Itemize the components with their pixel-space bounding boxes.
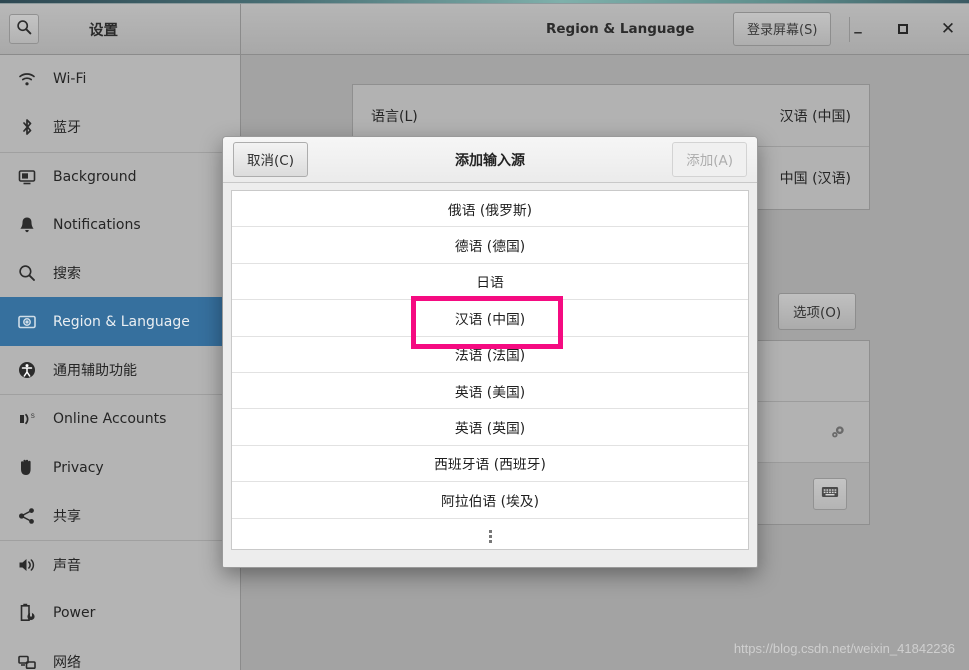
sidebar-item-label: 声音 — [53, 558, 81, 575]
list-item[interactable]: 德语 (德国) — [232, 227, 748, 264]
sidebar-item-sharing[interactable]: 共享 — [0, 492, 240, 540]
language-row-value: 汉语 (中国) — [779, 108, 851, 125]
list-item-selected[interactable]: 汉语 (中国) — [232, 300, 748, 337]
sidebar-item-notifications[interactable]: Notifications — [0, 201, 240, 249]
sidebar-item-region-and-language[interactable]: Region & Language — [0, 297, 240, 346]
list-item-more[interactable] — [232, 519, 748, 549]
sidebar: Wi-Fi 蓝牙 Background Notifications 搜索 Reg… — [0, 55, 241, 670]
add-button[interactable]: 添加(A) — [672, 142, 747, 177]
options-button[interactable]: 选项(O) — [778, 293, 857, 330]
network-icon — [16, 651, 38, 670]
close-button[interactable]: ✕ — [935, 16, 961, 42]
format-row-value: 中国 (汉语) — [779, 171, 851, 187]
header-right-section: Region & Language 登录屏幕(S) _ ✕ — [241, 4, 969, 54]
sidebar-item-label: Background — [53, 168, 137, 185]
sidebar-item-label: Notifications — [53, 217, 141, 234]
list-item[interactable]: 法语 (法国) — [232, 337, 748, 373]
sidebar-item-label: 共享 — [53, 508, 81, 525]
sidebar-item-network[interactable]: 网络 — [0, 638, 240, 670]
keyboard-button[interactable] — [813, 477, 847, 510]
sidebar-item-privacy[interactable]: Privacy — [0, 443, 240, 491]
dialog-header: 取消(C) 添加输入源 添加(A) — [223, 137, 757, 183]
sidebar-item-label: Power — [53, 605, 96, 622]
keyboard-icon — [821, 484, 839, 503]
hand-icon — [16, 457, 38, 479]
list-item[interactable]: 西班牙语 (西班牙) — [232, 446, 748, 483]
sidebar-item-label: Wi-Fi — [53, 71, 87, 88]
gear-icon[interactable] — [829, 423, 847, 441]
app-title: 设置 — [89, 22, 118, 39]
maximize-button[interactable] — [890, 16, 916, 42]
cancel-button[interactable]: 取消(C) — [233, 142, 308, 177]
share-icon — [16, 505, 38, 527]
minimize-button[interactable]: _ — [845, 16, 871, 42]
watermark: https://blog.csdn.net/weixin_41842236 — [733, 641, 955, 656]
add-input-source-dialog: 取消(C) 添加输入源 添加(A) 俄语 (俄罗斯) 德语 (德国) 日语 汉语… — [222, 136, 758, 568]
sidebar-item-label: 网络 — [53, 654, 81, 670]
bluetooth-icon — [16, 116, 38, 138]
close-icon: ✕ — [940, 19, 956, 39]
header-left-section: 设置 — [0, 4, 241, 54]
search-icon — [16, 262, 38, 284]
sidebar-item-label: 搜索 — [53, 266, 81, 283]
minimize-icon: _ — [854, 15, 862, 34]
language-row-label: 语言(L) — [371, 108, 418, 125]
sidebar-item-search[interactable]: 搜索 — [0, 249, 240, 297]
wifi-icon — [16, 68, 38, 90]
settings-window: 设置 Region & Language 登录屏幕(S) _ ✕ Wi-Fi 蓝… — [0, 3, 969, 670]
sidebar-item-label: Online Accounts — [53, 411, 167, 428]
online-accounts-icon: S — [16, 408, 38, 430]
language-list[interactable]: 俄语 (俄罗斯) 德语 (德国) 日语 汉语 (中国) 法语 (法国) 英语 (… — [231, 190, 749, 550]
sidebar-item-label: Privacy — [53, 459, 104, 476]
search-icon — [16, 19, 32, 39]
sidebar-item-label: 蓝牙 — [53, 120, 81, 137]
sidebar-item-universal-access[interactable]: 通用辅助功能 — [0, 346, 240, 394]
monitor-icon — [16, 166, 38, 188]
sidebar-item-label: Region & Language — [53, 313, 190, 330]
list-item[interactable]: 英语 (英国) — [232, 409, 748, 446]
speaker-icon — [16, 554, 38, 576]
sidebar-item-power[interactable]: Power — [0, 589, 240, 637]
search-button[interactable] — [9, 14, 39, 44]
window-controls: _ ✕ — [845, 16, 961, 42]
list-item[interactable]: 英语 (美国) — [232, 373, 748, 410]
page-title: Region & Language — [546, 21, 695, 37]
sidebar-item-label: 通用辅助功能 — [53, 362, 137, 379]
battery-icon — [16, 602, 38, 624]
accessibility-icon — [16, 359, 38, 381]
list-item[interactable]: 俄语 (俄罗斯) — [232, 191, 748, 228]
svg-text:S: S — [31, 414, 35, 420]
sidebar-item-bluetooth[interactable]: 蓝牙 — [0, 103, 240, 151]
sidebar-item-sound[interactable]: 声音 — [0, 541, 240, 589]
keyboard-region-icon — [16, 311, 38, 333]
bell-icon — [16, 214, 38, 236]
sidebar-item-background[interactable]: Background — [0, 153, 240, 201]
more-options-icon — [488, 530, 492, 544]
list-item[interactable]: 日语 — [232, 264, 748, 301]
header-bar: 设置 Region & Language 登录屏幕(S) _ ✕ — [0, 4, 969, 55]
list-item[interactable]: 阿拉伯语 (埃及) — [232, 482, 748, 519]
sidebar-item-wifi[interactable]: Wi-Fi — [0, 55, 240, 103]
maximize-icon — [898, 24, 908, 34]
sidebar-item-online-accounts[interactable]: S Online Accounts — [0, 395, 240, 443]
login-screen-button[interactable]: 登录屏幕(S) — [733, 12, 832, 46]
